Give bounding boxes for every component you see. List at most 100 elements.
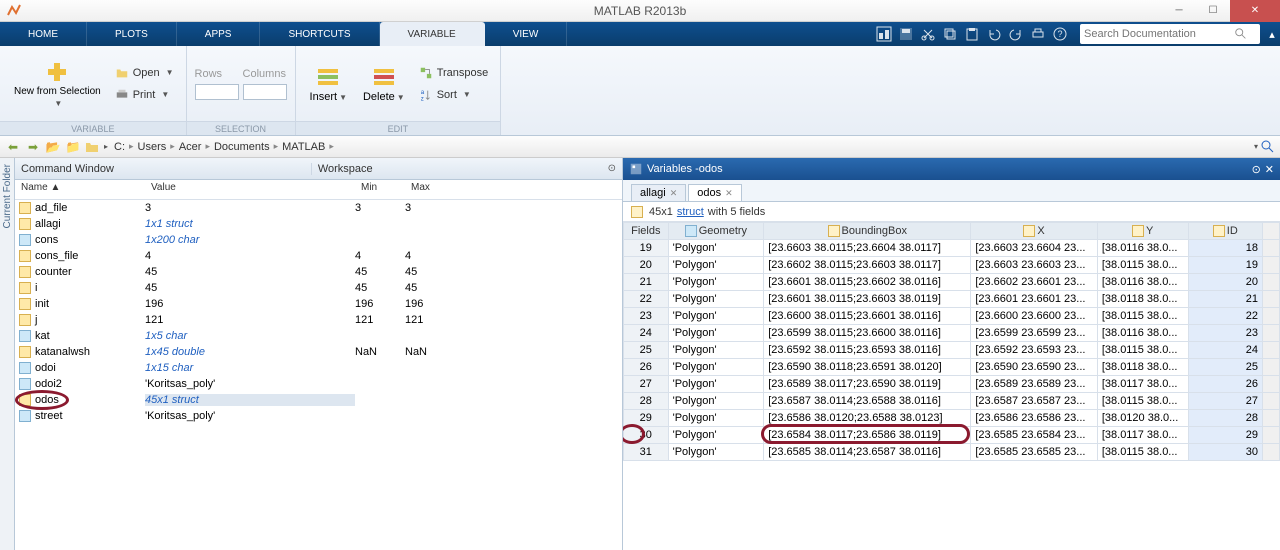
search-docs[interactable]: [1080, 24, 1260, 44]
col-Fields[interactable]: Fields: [624, 223, 669, 240]
variable-table[interactable]: FieldsGeometryBoundingBoxXYID19'Polygon'…: [623, 222, 1280, 550]
row-number[interactable]: 19: [624, 240, 669, 257]
tab-view[interactable]: VIEW: [485, 22, 568, 46]
crumb-item[interactable]: Users: [138, 141, 167, 153]
table-row[interactable]: 23'Polygon'[23.6600 38.0115;23.6601 38.0…: [624, 308, 1280, 325]
command-window-title[interactable]: Command Window: [21, 163, 311, 175]
workspace-row[interactable]: cons_file444: [15, 248, 622, 264]
col-BoundingBox[interactable]: BoundingBox: [764, 223, 971, 240]
workspace-row[interactable]: j121121121: [15, 312, 622, 328]
workspace-row[interactable]: odoi1x15 char: [15, 360, 622, 376]
layout-icon[interactable]: [876, 26, 892, 42]
tab-variable[interactable]: VARIABLE: [380, 22, 485, 46]
close-tab-icon[interactable]: ✕: [670, 188, 678, 199]
tab-shortcuts[interactable]: SHORTCUTS: [260, 22, 379, 46]
table-row[interactable]: 28'Polygon'[23.6587 38.0114;23.6588 38.0…: [624, 393, 1280, 410]
table-row[interactable]: 27'Polygon'[23.6589 38.0117;23.6590 38.0…: [624, 376, 1280, 393]
undo-icon[interactable]: [986, 26, 1002, 42]
var-tab-odos[interactable]: odos✕: [688, 184, 741, 201]
table-row[interactable]: 25'Polygon'[23.6592 38.0115;23.6593 38.0…: [624, 342, 1280, 359]
panel-close-button[interactable]: ✕: [1265, 163, 1274, 176]
workspace-title[interactable]: Workspace: [311, 163, 608, 175]
tab-home[interactable]: HOME: [0, 22, 87, 46]
row-number[interactable]: 23: [624, 308, 669, 325]
paste-icon[interactable]: [964, 26, 980, 42]
ribbon-collapse-button[interactable]: ▴: [1264, 22, 1280, 46]
search-icon[interactable]: [1234, 27, 1248, 41]
workspace-row[interactable]: counter454545: [15, 264, 622, 280]
panel-menu-button[interactable]: ⊙: [608, 163, 616, 174]
tab-plots[interactable]: PLOTS: [87, 22, 177, 46]
table-row[interactable]: 24'Polygon'[23.6599 38.0115;23.6600 38.0…: [624, 325, 1280, 342]
breadcrumb-dropdown[interactable]: ▾: [1254, 142, 1258, 151]
var-tab-allagi[interactable]: allagi✕: [631, 184, 686, 201]
col-Geometry[interactable]: Geometry: [668, 223, 764, 240]
row-number[interactable]: 24: [624, 325, 669, 342]
row-number[interactable]: 22: [624, 291, 669, 308]
cut-icon[interactable]: [920, 26, 936, 42]
crumb-item[interactable]: MATLAB: [282, 141, 325, 153]
col-Y[interactable]: Y: [1097, 223, 1188, 240]
print-icon[interactable]: [1030, 26, 1046, 42]
maximize-button[interactable]: ☐: [1196, 0, 1230, 22]
columns-input[interactable]: [243, 84, 287, 100]
table-row[interactable]: 31'Polygon'[23.6585 38.0114;23.6587 38.0…: [624, 444, 1280, 461]
sort-button[interactable]: az Sort▼: [415, 85, 493, 105]
table-row[interactable]: 29'Polygon'[23.6586 38.0120;23.6588 38.0…: [624, 410, 1280, 427]
workspace-row[interactable]: init196196196: [15, 296, 622, 312]
workspace-row[interactable]: odos45x1 struct: [15, 392, 622, 408]
workspace-row[interactable]: cons1x200 char: [15, 232, 622, 248]
row-number[interactable]: 21: [624, 274, 669, 291]
copy-icon[interactable]: [942, 26, 958, 42]
delete-button[interactable]: Delete▼: [357, 63, 411, 105]
workspace-row[interactable]: ad_file333: [15, 200, 622, 216]
col-value[interactable]: Value: [145, 180, 355, 199]
current-folder-collapsed[interactable]: Current Folder: [0, 158, 15, 550]
close-tab-icon[interactable]: ✕: [725, 188, 733, 199]
row-number[interactable]: 27: [624, 376, 669, 393]
up-button[interactable]: 📂: [44, 138, 62, 156]
table-row[interactable]: 30'Polygon'[23.6584 38.0117;23.6586 38.0…: [624, 427, 1280, 444]
workspace-row[interactable]: i454545: [15, 280, 622, 296]
col-name[interactable]: Name ▲: [15, 180, 145, 199]
search-input[interactable]: [1084, 28, 1234, 40]
breadcrumb[interactable]: C:▸Users▸Acer▸Documents▸MATLAB▸: [114, 141, 334, 153]
tab-apps[interactable]: APPS: [177, 22, 261, 46]
close-button[interactable]: ✕: [1230, 0, 1280, 22]
col-min[interactable]: Min: [355, 180, 405, 199]
save-icon[interactable]: [898, 26, 914, 42]
workspace-row[interactable]: odoi2'Koritsas_poly': [15, 376, 622, 392]
back-button[interactable]: ⬅: [4, 138, 22, 156]
workspace-row[interactable]: allagi1x1 struct: [15, 216, 622, 232]
table-row[interactable]: 20'Polygon'[23.6602 38.0115;23.6603 38.0…: [624, 257, 1280, 274]
row-number[interactable]: 25: [624, 342, 669, 359]
table-row[interactable]: 19'Polygon'[23.6603 38.0115;23.6604 38.0…: [624, 240, 1280, 257]
table-row[interactable]: 22'Polygon'[23.6601 38.0115;23.6603 38.0…: [624, 291, 1280, 308]
new-from-selection-button[interactable]: New from Selection▼: [8, 58, 107, 110]
table-row[interactable]: 26'Polygon'[23.6590 38.0118;23.6591 38.0…: [624, 359, 1280, 376]
browse-button[interactable]: 📁: [64, 138, 82, 156]
row-number[interactable]: 31: [624, 444, 669, 461]
panel-dock-button[interactable]: ⊙: [1252, 163, 1261, 176]
row-number[interactable]: 26: [624, 359, 669, 376]
table-row[interactable]: 21'Polygon'[23.6601 38.0115;23.6602 38.0…: [624, 274, 1280, 291]
help-icon[interactable]: ?: [1052, 26, 1068, 42]
folder-dropdown[interactable]: ▸: [104, 142, 108, 151]
search-folder-icon[interactable]: [1260, 139, 1276, 155]
open-button[interactable]: Open▼: [111, 63, 178, 83]
forward-button[interactable]: ➡: [24, 138, 42, 156]
row-number[interactable]: 29: [624, 410, 669, 427]
row-number[interactable]: 30: [624, 427, 669, 444]
col-ID[interactable]: ID: [1188, 223, 1262, 240]
row-number[interactable]: 28: [624, 393, 669, 410]
col-X[interactable]: X: [971, 223, 1098, 240]
workspace-row[interactable]: katanalwsh1x45 doubleNaNNaN: [15, 344, 622, 360]
rows-input[interactable]: [195, 84, 239, 100]
crumb-item[interactable]: Acer: [179, 141, 202, 153]
crumb-item[interactable]: Documents: [214, 141, 270, 153]
crumb-item[interactable]: C:: [114, 141, 125, 153]
workspace-row[interactable]: street'Koritsas_poly': [15, 408, 622, 424]
col-max[interactable]: Max: [405, 180, 455, 199]
print-button[interactable]: Print▼: [111, 85, 178, 105]
workspace-row[interactable]: kat1x5 char: [15, 328, 622, 344]
